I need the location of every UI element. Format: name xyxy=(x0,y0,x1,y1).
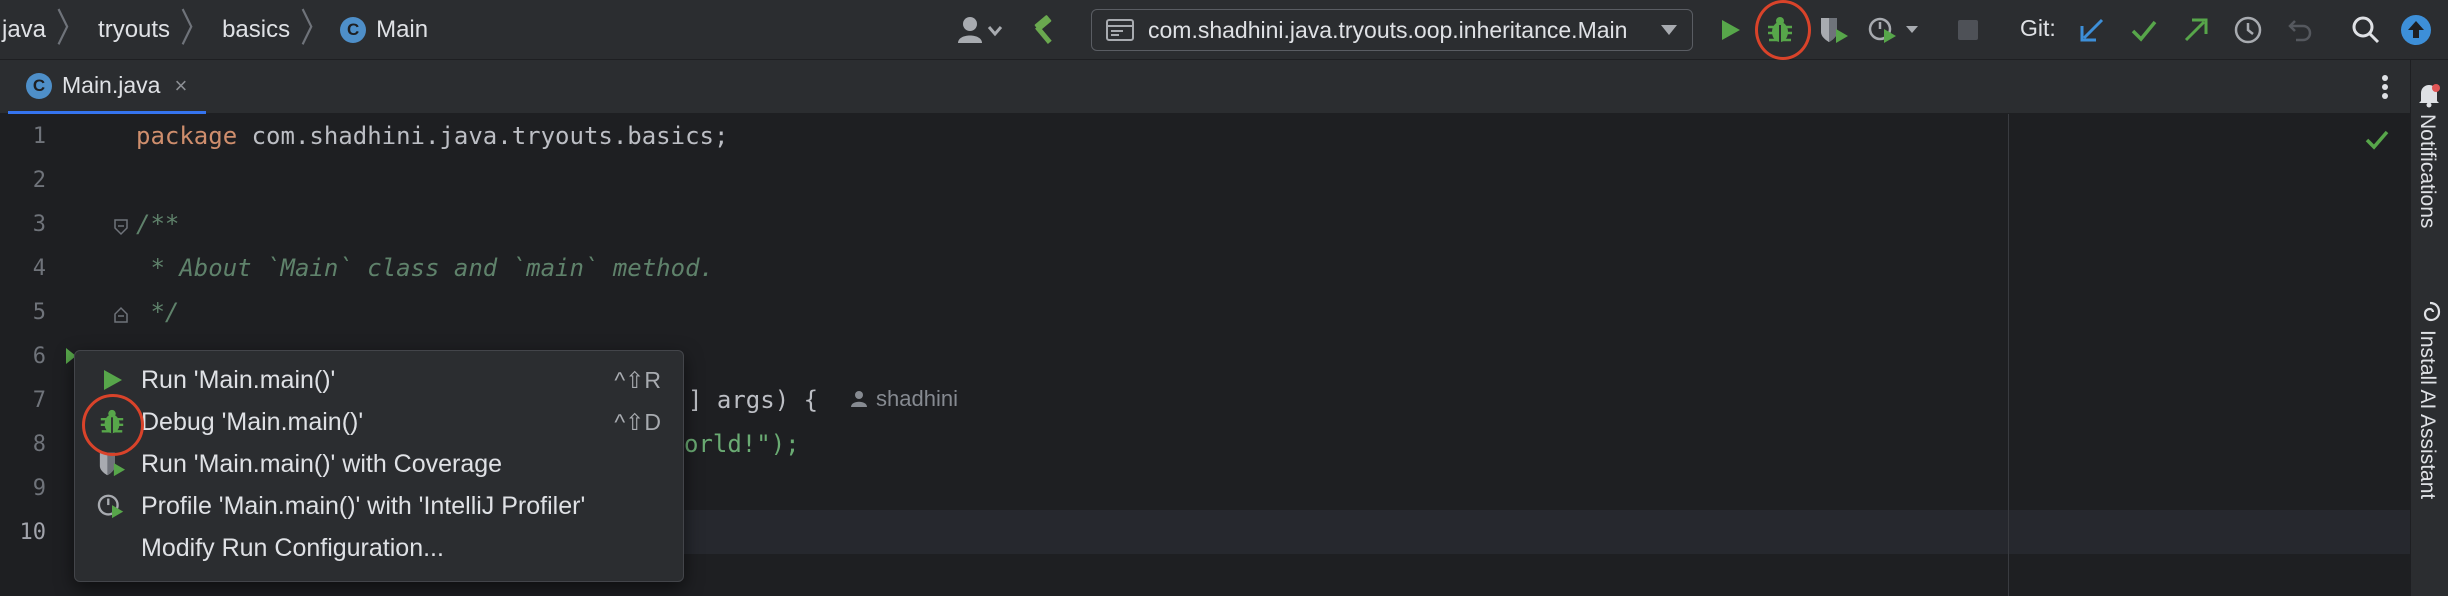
stop-icon xyxy=(1958,20,1978,40)
debug-button[interactable] xyxy=(1762,12,1798,48)
right-tool-window-strip: Notifications Install AI Assistant xyxy=(2410,60,2448,596)
arrow-down-left-icon xyxy=(2080,18,2104,42)
code-line-8-visible-tail: orld!"); xyxy=(684,430,800,458)
menu-item-run-with-coverage[interactable]: Run 'Main.main()' with Coverage xyxy=(75,443,683,485)
run-icon xyxy=(1722,20,1740,40)
menu-item-debug[interactable]: Debug 'Main.main()' ^⇧D xyxy=(75,401,683,443)
git-push-button[interactable] xyxy=(2178,12,2214,48)
breadcrumb-item-main[interactable]: Main xyxy=(374,16,430,44)
git-update-button[interactable] xyxy=(2074,12,2110,48)
user-account-button[interactable] xyxy=(952,12,1008,48)
run-button[interactable] xyxy=(1712,12,1748,48)
menu-item-shortcut: ^⇧D xyxy=(614,408,661,435)
debug-icon xyxy=(1768,17,1792,42)
more-options-button[interactable] xyxy=(2370,72,2400,102)
tab-label: Main.java xyxy=(62,72,161,98)
menu-item-label: Run 'Main.main()' xyxy=(141,365,336,394)
menu-item-label: Debug 'Main.main()' xyxy=(141,407,364,436)
ai-spiral-icon xyxy=(2423,301,2441,322)
chevron-down-icon xyxy=(1661,25,1677,35)
menu-item-run[interactable]: Run 'Main.main()' ^⇧R xyxy=(75,359,683,401)
editor-tab-bar: C Main.java × xyxy=(0,60,2410,114)
breadcrumb-separator-icon: 〉 xyxy=(300,7,331,51)
run-icon xyxy=(97,365,127,395)
checkmark-icon xyxy=(2131,20,2157,42)
author-name: shadhini xyxy=(876,386,958,411)
line-number: 6 xyxy=(32,344,46,369)
breadcrumb-item-tryouts[interactable]: tryouts xyxy=(96,16,172,44)
run-gutter-popup-menu: Run 'Main.main()' ^⇧R Debug 'Main.main()… xyxy=(74,350,684,582)
fold-end-icon[interactable] xyxy=(112,306,130,324)
code-line-3: /** xyxy=(136,210,180,238)
install-ai-assistant-label[interactable]: Install AI Assistant xyxy=(2415,330,2439,499)
bell-icon xyxy=(2419,84,2440,108)
git-rollback-button[interactable] xyxy=(2282,12,2318,48)
line-number: 1 xyxy=(32,124,46,149)
java-class-icon: C xyxy=(26,72,52,99)
search-everywhere-button[interactable] xyxy=(2348,12,2384,48)
coverage-icon xyxy=(1821,18,1848,43)
hammer-icon xyxy=(1034,15,1052,44)
close-icon[interactable]: × xyxy=(174,73,187,99)
line-number: 3 xyxy=(32,212,46,237)
keyword-package: package xyxy=(136,122,238,150)
line-number: 10 xyxy=(19,520,47,545)
ide-update-button[interactable] xyxy=(2398,12,2434,48)
clock-icon xyxy=(2234,16,2262,44)
menu-item-label: Run 'Main.main()' with Coverage xyxy=(141,449,503,478)
kebab-menu-icon xyxy=(2382,75,2388,99)
menu-item-label: Profile 'Main.main()' with 'IntelliJ Pro… xyxy=(141,491,586,520)
application-config-icon xyxy=(1106,19,1134,41)
line-number: 7 xyxy=(32,388,46,413)
package-name: com.shadhini.java.tryouts.basics; xyxy=(237,122,729,150)
user-icon xyxy=(958,17,1003,43)
profiler-icon xyxy=(97,491,127,521)
code-line-4: * About `Main` class and `main` method. xyxy=(136,254,714,282)
run-with-coverage-button[interactable] xyxy=(1816,12,1852,48)
code-line-7-visible-tail: ] args) { xyxy=(688,386,819,414)
debug-icon xyxy=(97,407,127,437)
menu-item-label: Modify Run Configuration... xyxy=(141,533,444,562)
line-number: 4 xyxy=(32,256,46,281)
menu-item-shortcut: ^⇧R xyxy=(614,366,661,393)
update-arrow-icon xyxy=(2401,15,2431,45)
tab-main-java[interactable]: C Main.java × xyxy=(8,60,206,114)
menu-item-modify-run-configuration[interactable]: Modify Run Configuration... xyxy=(75,527,683,569)
breadcrumb-item-basics[interactable]: basics xyxy=(220,16,292,44)
git-commit-button[interactable] xyxy=(2126,12,2162,48)
build-button[interactable] xyxy=(1026,12,1062,48)
git-history-button[interactable] xyxy=(2230,12,2266,48)
run-configuration-dropdown[interactable]: com.shadhini.java.tryouts.oop.inheritanc… xyxy=(1091,9,1693,51)
profiler-dropdown-button[interactable] xyxy=(1866,12,1926,48)
breadcrumb: java 〉 tryouts 〉 basics 〉 C Main xyxy=(0,0,430,60)
notifications-button[interactable] xyxy=(2416,82,2442,113)
git-label: Git: xyxy=(2020,15,2056,41)
menu-item-profile[interactable]: Profile 'Main.main()' with 'IntelliJ Pro… xyxy=(75,485,683,527)
code-line-1: package com.shadhini.java.tryouts.basics… xyxy=(136,114,728,158)
notifications-label[interactable]: Notifications xyxy=(2415,114,2439,228)
breadcrumb-separator-icon: 〉 xyxy=(56,7,87,51)
ai-assistant-button[interactable] xyxy=(2418,300,2442,329)
line-number: 2 xyxy=(32,168,46,193)
line-number: 9 xyxy=(32,476,46,501)
stop-button[interactable] xyxy=(1950,12,1986,48)
arrow-up-right-icon xyxy=(2184,18,2208,42)
search-icon xyxy=(2352,16,2380,44)
main-toolbar: java 〉 tryouts 〉 basics 〉 C Main com.sha… xyxy=(0,0,2448,60)
java-class-icon: C xyxy=(340,17,367,43)
code-author-hint: shadhini xyxy=(850,386,958,412)
fold-collapse-icon[interactable] xyxy=(112,218,130,236)
right-margin-guide xyxy=(2008,114,2009,596)
line-number: 8 xyxy=(32,432,46,457)
code-line-5: */ xyxy=(136,298,180,326)
undo-icon xyxy=(2288,20,2312,42)
run-configuration-label: com.shadhini.java.tryouts.oop.inheritanc… xyxy=(1148,16,1628,43)
no-problems-check-icon[interactable] xyxy=(2364,126,2390,152)
breadcrumb-item-java[interactable]: java xyxy=(0,16,48,44)
breadcrumb-separator-icon: 〉 xyxy=(180,7,211,51)
coverage-icon xyxy=(97,449,127,479)
line-number: 5 xyxy=(32,300,46,325)
person-icon xyxy=(851,391,867,407)
profiler-icon xyxy=(1868,17,1918,43)
